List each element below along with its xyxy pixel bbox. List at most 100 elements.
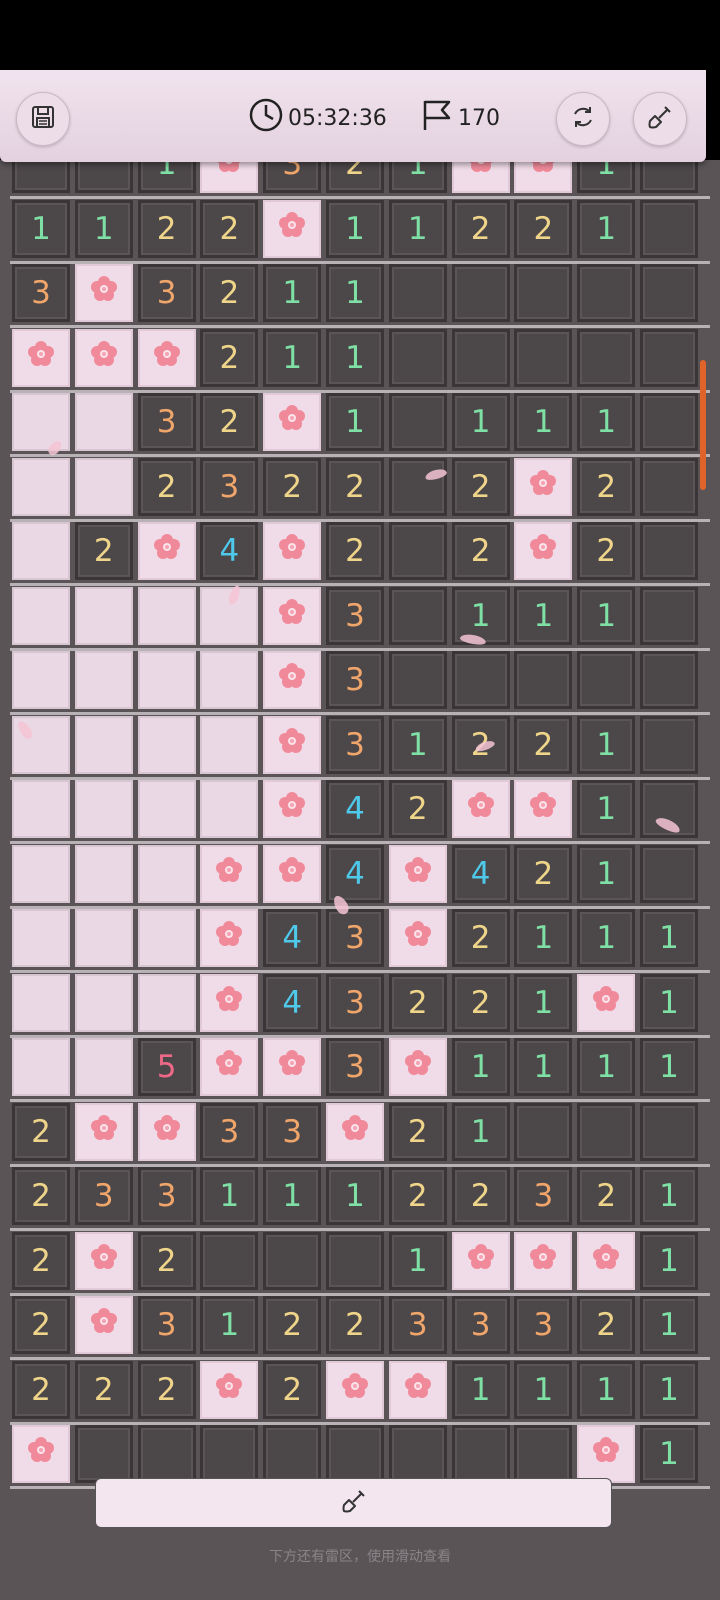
hidden-cell[interactable] (12, 160, 70, 193)
dig-mode-button[interactable] (633, 92, 687, 146)
number-cell[interactable]: 1 (451, 1102, 510, 1161)
number-cell[interactable]: 2 (577, 522, 636, 580)
number-cell[interactable]: 2 (263, 1360, 322, 1419)
hidden-cell[interactable] (451, 1425, 510, 1483)
hidden-cell[interactable] (388, 586, 447, 645)
number-cell[interactable]: 2 (200, 199, 259, 258)
number-cell[interactable]: 2 (263, 1296, 322, 1354)
number-cell[interactable]: 1 (577, 909, 636, 967)
number-cell[interactable]: 1 (640, 1038, 698, 1096)
flagged-cell[interactable] (326, 1102, 384, 1161)
flagged-cell[interactable] (137, 1102, 196, 1161)
number-cell[interactable]: 3 (200, 457, 259, 516)
number-cell[interactable]: 3 (514, 1296, 573, 1354)
number-cell[interactable]: 1 (577, 160, 636, 193)
number-cell[interactable]: 3 (514, 1167, 573, 1225)
flagged-cell[interactable] (263, 199, 322, 258)
number-cell[interactable]: 2 (74, 1360, 133, 1419)
number-cell[interactable]: 2 (200, 328, 259, 387)
flagged-cell[interactable] (451, 160, 510, 193)
hidden-cell[interactable] (326, 1231, 384, 1290)
flagged-cell[interactable] (74, 264, 133, 322)
flagged-cell[interactable] (263, 522, 322, 580)
flagged-cell[interactable] (388, 1360, 447, 1419)
number-cell[interactable]: 1 (263, 1167, 322, 1225)
flagged-cell[interactable] (263, 651, 322, 709)
number-cell[interactable]: 3 (263, 1102, 322, 1161)
number-cell[interactable]: 3 (326, 715, 384, 774)
flagged-cell[interactable] (263, 715, 322, 774)
number-cell[interactable]: 1 (263, 264, 322, 322)
hidden-cell[interactable] (326, 1425, 384, 1483)
number-cell[interactable]: 3 (263, 160, 322, 193)
number-cell[interactable]: 2 (326, 1296, 384, 1354)
number-cell[interactable]: 1 (388, 715, 447, 774)
number-cell[interactable]: 1 (514, 973, 573, 1032)
number-cell[interactable]: 1 (577, 780, 636, 838)
hidden-cell[interactable] (640, 586, 698, 645)
hidden-cell[interactable] (388, 1425, 447, 1483)
number-cell[interactable]: 1 (451, 1038, 510, 1096)
hidden-cell[interactable] (514, 1102, 573, 1161)
number-cell[interactable]: 4 (263, 909, 322, 967)
hidden-cell[interactable] (137, 1425, 196, 1483)
flagged-cell[interactable] (577, 973, 636, 1032)
number-cell[interactable]: 1 (640, 1360, 698, 1419)
number-cell[interactable]: 1 (514, 1360, 573, 1419)
number-cell[interactable]: 1 (640, 909, 698, 967)
number-cell[interactable]: 3 (12, 264, 70, 322)
number-cell[interactable]: 1 (137, 160, 196, 193)
hidden-cell[interactable] (74, 160, 133, 193)
hidden-cell[interactable] (388, 457, 447, 516)
number-cell[interactable]: 1 (640, 1231, 698, 1290)
number-cell[interactable]: 1 (12, 199, 70, 258)
flagged-cell[interactable] (326, 1360, 384, 1419)
hidden-cell[interactable] (388, 393, 447, 451)
number-cell[interactable]: 3 (388, 1296, 447, 1354)
hidden-cell[interactable] (263, 1231, 322, 1290)
minefield-area[interactable]: 1321111221122133211211321111232222242223… (0, 160, 720, 1600)
number-cell[interactable]: 3 (137, 264, 196, 322)
flagged-cell[interactable] (200, 1038, 259, 1096)
number-cell[interactable]: 2 (137, 457, 196, 516)
flagged-cell[interactable] (263, 780, 322, 838)
number-cell[interactable]: 2 (263, 457, 322, 516)
hidden-cell[interactable] (640, 457, 698, 516)
number-cell[interactable]: 2 (137, 1360, 196, 1419)
number-cell[interactable]: 3 (451, 1296, 510, 1354)
flagged-cell[interactable] (514, 160, 573, 193)
number-cell[interactable]: 4 (200, 522, 259, 580)
number-cell[interactable]: 3 (326, 909, 384, 967)
number-cell[interactable]: 1 (514, 1038, 573, 1096)
number-cell[interactable]: 1 (326, 1167, 384, 1225)
number-cell[interactable]: 2 (514, 844, 573, 903)
flagged-cell[interactable] (200, 1360, 259, 1419)
number-cell[interactable]: 1 (577, 199, 636, 258)
hidden-cell[interactable] (514, 1425, 573, 1483)
flagged-cell[interactable] (74, 1296, 133, 1354)
number-cell[interactable]: 2 (388, 1167, 447, 1225)
hidden-cell[interactable] (200, 1231, 259, 1290)
flagged-cell[interactable] (388, 844, 447, 903)
number-cell[interactable]: 1 (577, 586, 636, 645)
number-cell[interactable]: 1 (74, 199, 133, 258)
flagged-cell[interactable] (388, 1038, 447, 1096)
flagged-cell[interactable] (200, 844, 259, 903)
number-cell[interactable]: 3 (137, 1167, 196, 1225)
number-cell[interactable]: 3 (74, 1167, 133, 1225)
number-cell[interactable]: 2 (451, 973, 510, 1032)
number-cell[interactable]: 1 (451, 393, 510, 451)
number-cell[interactable]: 4 (451, 844, 510, 903)
number-cell[interactable]: 1 (263, 328, 322, 387)
flagged-cell[interactable] (577, 1231, 636, 1290)
number-cell[interactable]: 1 (640, 973, 698, 1032)
number-cell[interactable]: 3 (326, 651, 384, 709)
hidden-cell[interactable] (577, 1102, 636, 1161)
number-cell[interactable]: 1 (514, 586, 573, 645)
hidden-cell[interactable] (514, 328, 573, 387)
hidden-cell[interactable] (514, 264, 573, 322)
number-cell[interactable]: 2 (326, 522, 384, 580)
save-button[interactable] (16, 92, 70, 146)
hidden-cell[interactable] (640, 651, 698, 709)
number-cell[interactable]: 2 (577, 1167, 636, 1225)
